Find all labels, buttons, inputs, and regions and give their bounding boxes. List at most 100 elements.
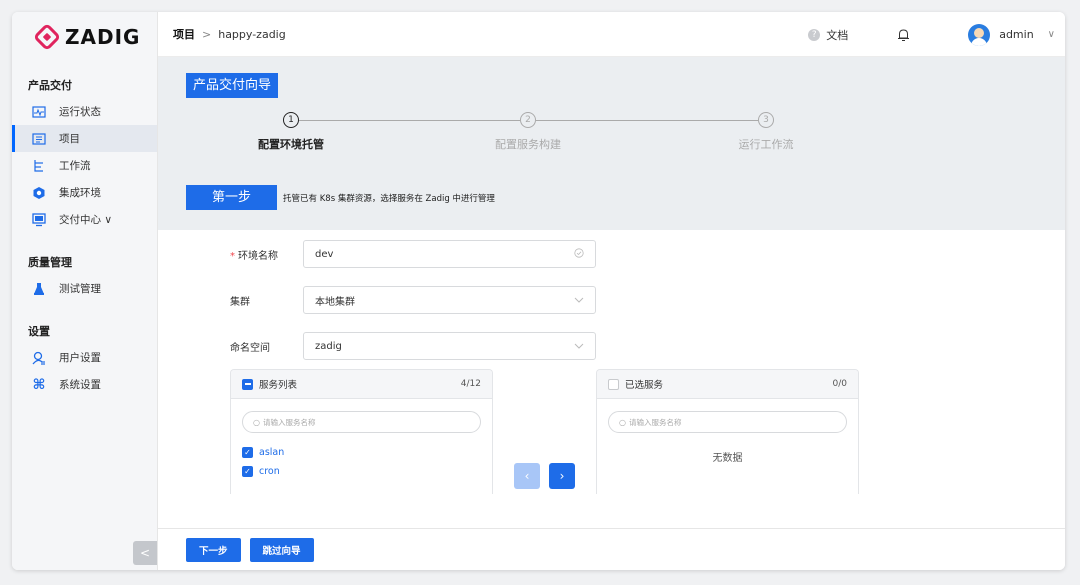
step-1-circle: 1 bbox=[283, 112, 299, 128]
selected-services-count: 0/0 bbox=[832, 379, 847, 389]
sidebar-item-label: 运行状态 bbox=[59, 106, 101, 118]
cluster-row: 集群 本地集群 bbox=[230, 286, 596, 314]
group-title-delivery: 产品交付 bbox=[28, 79, 72, 92]
list-item[interactable]: ✓ cron bbox=[242, 462, 492, 481]
sidebar-item-label: 工作流 bbox=[59, 160, 91, 172]
sidebar-item-status[interactable]: 运行状态 bbox=[12, 98, 157, 125]
chevron-down-icon bbox=[574, 341, 584, 352]
wizard-header: 产品交付向导 1 2 3 配置环境托管 配置服务构建 运行工作流 第一步 托管已… bbox=[158, 57, 1065, 230]
sidebar-item-label: 集成环境 bbox=[59, 187, 101, 199]
namespace-row: 命名空间 zadig bbox=[230, 332, 596, 360]
service-list-title: 服务列表 bbox=[259, 380, 298, 391]
skip-wizard-button[interactable]: 跳过向导 bbox=[249, 537, 314, 562]
service-list-panel: 服务列表 4/12 ○ 请输入服务名称 ✓ aslan ✓ cron bbox=[230, 369, 493, 494]
select-all-checkbox[interactable] bbox=[242, 378, 253, 390]
flask-icon bbox=[32, 282, 46, 296]
workflow-icon bbox=[32, 159, 46, 173]
delivery-icon bbox=[32, 212, 46, 227]
sidebar-item-label: 交付中心 ∨ bbox=[59, 214, 113, 226]
sidebar-item-project[interactable]: 项目 bbox=[12, 125, 157, 152]
monitor-icon bbox=[32, 105, 46, 119]
sidebar-item-label: 测试管理 bbox=[59, 283, 101, 295]
search-icon: ○ bbox=[253, 417, 260, 427]
env-name-label: * 环境名称 bbox=[230, 250, 278, 262]
service-name: cron bbox=[259, 466, 280, 477]
top-header: 项目 > happy-zadig ? 文档 admin ∨ bbox=[158, 12, 1065, 57]
search-placeholder: 请输入服务名称 bbox=[262, 417, 316, 427]
selected-services-title: 已选服务 bbox=[625, 380, 664, 391]
sidebar-item-user-settings[interactable]: 用户设置 bbox=[12, 344, 157, 371]
namespace-select[interactable]: zadig bbox=[303, 332, 596, 360]
cluster-select[interactable]: 本地集群 bbox=[303, 286, 596, 314]
wizard-steps: 1 2 3 配置环境托管 配置服务构建 运行工作流 bbox=[158, 112, 1065, 152]
service-list-count: 4/12 bbox=[460, 379, 481, 389]
step-connector bbox=[299, 120, 520, 121]
search-placeholder: 请输入服务名称 bbox=[628, 417, 682, 427]
sidebar-item-workflow[interactable]: 工作流 bbox=[12, 152, 157, 179]
sidebar-item-label: 项目 bbox=[59, 133, 80, 145]
bell-icon[interactable] bbox=[896, 28, 910, 42]
user-name[interactable]: admin bbox=[999, 28, 1033, 41]
group-title-settings: 设置 bbox=[28, 325, 50, 338]
sidebar-item-system-settings[interactable]: ⌘ 系统设置 bbox=[12, 371, 157, 398]
empty-state: 无数据 bbox=[712, 453, 743, 464]
selected-search-input[interactable]: ○ 请输入服务名称 bbox=[608, 411, 847, 433]
step-2-circle: 2 bbox=[520, 112, 536, 128]
sidebar-collapse-button[interactable]: < bbox=[133, 541, 157, 565]
sidebar-item-delivery-center[interactable]: 交付中心 ∨ bbox=[12, 206, 157, 233]
project-icon bbox=[32, 132, 46, 146]
avatar[interactable] bbox=[968, 23, 991, 46]
step-description: 托管已有 K8s 集群资源，选择服务在 Zadig 中进行管理 bbox=[283, 193, 495, 204]
logo-text: ZADIG bbox=[65, 25, 141, 49]
step-2-label: 配置服务构建 bbox=[495, 138, 561, 151]
step-3-label: 运行工作流 bbox=[738, 138, 794, 151]
selected-services-panel: 已选服务 0/0 ○ 请输入服务名称 无数据 bbox=[596, 369, 859, 494]
namespace-value: zadig bbox=[315, 340, 342, 352]
sidebar-item-label: 用户设置 bbox=[59, 352, 101, 364]
step-3-circle: 3 bbox=[758, 112, 774, 128]
breadcrumb-current: happy-zadig bbox=[218, 27, 286, 41]
search-icon: ○ bbox=[619, 417, 626, 427]
docs-label: 文档 bbox=[826, 28, 849, 42]
wizard-title: 产品交付向导 bbox=[186, 73, 279, 98]
env-name-input[interactable]: dev bbox=[303, 240, 596, 268]
breadcrumb-root[interactable]: 项目 bbox=[173, 26, 195, 42]
docs-link[interactable]: ? 文档 bbox=[808, 27, 848, 43]
namespace-label: 命名空间 bbox=[230, 342, 270, 354]
logo[interactable]: ZADIG bbox=[12, 12, 157, 62]
select-all-checkbox[interactable] bbox=[608, 378, 619, 390]
chevron-down-icon bbox=[574, 295, 584, 306]
wizard-footer: 下一步 跳过向导 bbox=[158, 528, 1065, 570]
next-step-button[interactable]: 下一步 bbox=[186, 537, 241, 562]
sidebar-item-label: 系统设置 bbox=[59, 379, 101, 391]
header-actions: ? 文档 admin ∨ bbox=[808, 12, 1065, 57]
sidebar: ZADIG 产品交付 运行状态 项目 工作流 集成环境 交付中心 ∨ 质量管理 … bbox=[12, 12, 158, 570]
service-name: aslan bbox=[259, 447, 285, 458]
environment-icon bbox=[32, 186, 46, 200]
env-name-row: * 环境名称 dev bbox=[230, 240, 596, 268]
service-list-header: 服务列表 4/12 bbox=[231, 370, 492, 399]
step-1-label: 配置环境托管 bbox=[258, 138, 324, 151]
cluster-label: 集群 bbox=[230, 296, 250, 308]
checkbox-checked[interactable]: ✓ bbox=[242, 466, 253, 477]
command-icon: ⌘ bbox=[32, 376, 46, 393]
user-settings-icon bbox=[32, 351, 46, 365]
breadcrumb-separator: > bbox=[202, 27, 212, 41]
check-circle-icon bbox=[574, 247, 584, 261]
group-title-quality: 质量管理 bbox=[28, 256, 72, 269]
service-search-input[interactable]: ○ 请输入服务名称 bbox=[242, 411, 481, 433]
step-tag: 第一步 bbox=[186, 185, 278, 210]
move-left-button[interactable]: ‹ bbox=[514, 463, 540, 489]
checkbox-checked[interactable]: ✓ bbox=[242, 447, 253, 458]
help-icon: ? bbox=[808, 28, 821, 41]
cluster-value: 本地集群 bbox=[315, 296, 355, 308]
sidebar-item-environment[interactable]: 集成环境 bbox=[12, 179, 157, 206]
sidebar-item-test[interactable]: 测试管理 bbox=[12, 275, 157, 302]
step-connector bbox=[536, 120, 758, 121]
list-item[interactable]: ✓ aslan bbox=[242, 443, 492, 462]
zadig-logo-icon bbox=[32, 22, 62, 52]
app-window: ZADIG 产品交付 运行状态 项目 工作流 集成环境 交付中心 ∨ 质量管理 … bbox=[12, 12, 1065, 570]
selected-services-header: 已选服务 0/0 bbox=[597, 370, 858, 399]
move-right-button[interactable]: › bbox=[549, 463, 575, 489]
chevron-down-icon[interactable]: ∨ bbox=[1048, 29, 1055, 40]
